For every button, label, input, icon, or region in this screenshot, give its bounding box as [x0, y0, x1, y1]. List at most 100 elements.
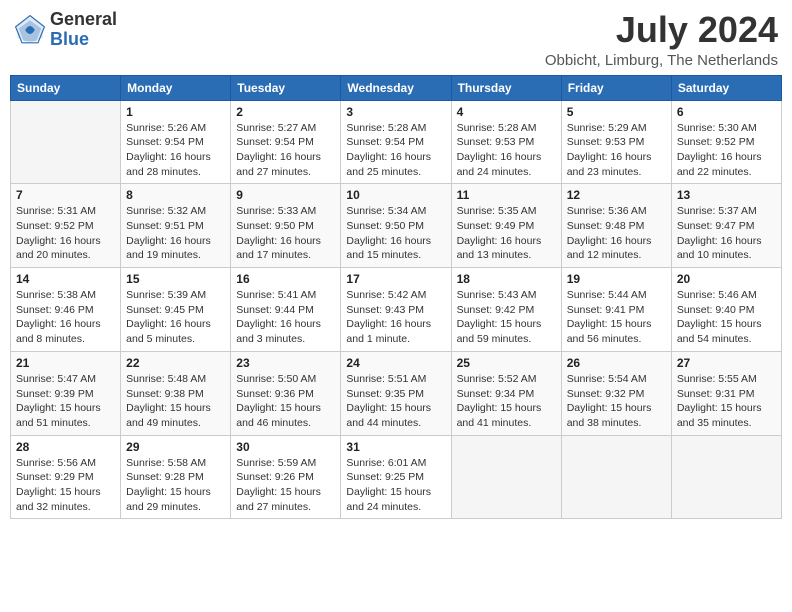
calendar-cell: 25 Sunrise: 5:52 AM Sunset: 9:34 PM Dayli… [451, 351, 561, 435]
calendar-cell: 17 Sunrise: 5:42 AM Sunset: 9:43 PM Dayli… [341, 268, 451, 352]
day-info: Sunrise: 5:50 AM Sunset: 9:36 PM Dayligh… [236, 372, 335, 431]
day-number: 7 [16, 188, 115, 202]
day-info: Sunrise: 5:59 AM Sunset: 9:26 PM Dayligh… [236, 456, 335, 515]
day-number: 3 [346, 105, 445, 119]
calendar-cell: 24 Sunrise: 5:51 AM Sunset: 9:35 PM Dayli… [341, 351, 451, 435]
day-info: Sunrise: 5:34 AM Sunset: 9:50 PM Dayligh… [346, 204, 445, 263]
day-info: Sunrise: 5:29 AM Sunset: 9:53 PM Dayligh… [567, 121, 666, 180]
day-number: 10 [346, 188, 445, 202]
day-number: 9 [236, 188, 335, 202]
calendar-week-row: 7 Sunrise: 5:31 AM Sunset: 9:52 PM Daylig… [11, 184, 782, 268]
day-number: 14 [16, 272, 115, 286]
day-header-saturday: Saturday [671, 75, 781, 100]
logo-icon [14, 14, 46, 46]
day-info: Sunrise: 5:51 AM Sunset: 9:35 PM Dayligh… [346, 372, 445, 431]
day-header-monday: Monday [121, 75, 231, 100]
day-number: 2 [236, 105, 335, 119]
logo: General Blue [14, 10, 117, 50]
calendar-week-row: 14 Sunrise: 5:38 AM Sunset: 9:46 PM Dayli… [11, 268, 782, 352]
calendar-cell: 27 Sunrise: 5:55 AM Sunset: 9:31 PM Dayli… [671, 351, 781, 435]
day-number: 5 [567, 105, 666, 119]
day-number: 23 [236, 356, 335, 370]
day-number: 13 [677, 188, 776, 202]
calendar-cell [561, 435, 671, 519]
day-info: Sunrise: 5:33 AM Sunset: 9:50 PM Dayligh… [236, 204, 335, 263]
calendar-cell: 3 Sunrise: 5:28 AM Sunset: 9:54 PM Daylig… [341, 100, 451, 184]
day-number: 16 [236, 272, 335, 286]
day-info: Sunrise: 5:28 AM Sunset: 9:53 PM Dayligh… [457, 121, 556, 180]
day-info: Sunrise: 5:35 AM Sunset: 9:49 PM Dayligh… [457, 204, 556, 263]
calendar-cell: 15 Sunrise: 5:39 AM Sunset: 9:45 PM Dayli… [121, 268, 231, 352]
calendar-week-row: 28Sunrise: 5:56 AM Sunset: 9:29 PM Dayli… [11, 435, 782, 519]
day-info: Sunrise: 5:48 AM Sunset: 9:38 PM Dayligh… [126, 372, 225, 431]
calendar-cell: 9 Sunrise: 5:33 AM Sunset: 9:50 PM Daylig… [231, 184, 341, 268]
calendar-cell: 7 Sunrise: 5:31 AM Sunset: 9:52 PM Daylig… [11, 184, 121, 268]
calendar-cell: 11 Sunrise: 5:35 AM Sunset: 9:49 PM Dayli… [451, 184, 561, 268]
day-number: 30 [236, 440, 335, 454]
calendar-cell: 26 Sunrise: 5:54 AM Sunset: 9:32 PM Dayli… [561, 351, 671, 435]
day-info: Sunrise: 5:38 AM Sunset: 9:46 PM Dayligh… [16, 288, 115, 347]
calendar-cell: 18Sunrise: 5:43 AM Sunset: 9:42 PM Dayli… [451, 268, 561, 352]
day-info: Sunrise: 5:55 AM Sunset: 9:31 PM Dayligh… [677, 372, 776, 431]
day-info: Sunrise: 5:54 AM Sunset: 9:32 PM Dayligh… [567, 372, 666, 431]
day-number: 28 [16, 440, 115, 454]
calendar-cell: 23 Sunrise: 5:50 AM Sunset: 9:36 PM Dayli… [231, 351, 341, 435]
location-title: Obbicht, Limburg, The Netherlands [545, 52, 778, 69]
day-number: 21 [16, 356, 115, 370]
calendar-cell [671, 435, 781, 519]
day-info: Sunrise: 6:01 AM Sunset: 9:25 PM Dayligh… [346, 456, 445, 515]
day-info: Sunrise: 5:37 AM Sunset: 9:47 PM Dayligh… [677, 204, 776, 263]
day-info: Sunrise: 5:47 AM Sunset: 9:39 PM Dayligh… [16, 372, 115, 431]
calendar-cell: 22 Sunrise: 5:48 AM Sunset: 9:38 PM Dayli… [121, 351, 231, 435]
calendar-cell: 21 Sunrise: 5:47 AM Sunset: 9:39 PM Dayli… [11, 351, 121, 435]
calendar-cell: 5 Sunrise: 5:29 AM Sunset: 9:53 PM Daylig… [561, 100, 671, 184]
day-info: Sunrise: 5:30 AM Sunset: 9:52 PM Dayligh… [677, 121, 776, 180]
day-info: Sunrise: 5:32 AM Sunset: 9:51 PM Dayligh… [126, 204, 225, 263]
day-header-tuesday: Tuesday [231, 75, 341, 100]
day-info: Sunrise: 5:52 AM Sunset: 9:34 PM Dayligh… [457, 372, 556, 431]
calendar-cell: 29Sunrise: 5:58 AM Sunset: 9:28 PM Dayli… [121, 435, 231, 519]
day-header-wednesday: Wednesday [341, 75, 451, 100]
calendar-cell: 6 Sunrise: 5:30 AM Sunset: 9:52 PM Daylig… [671, 100, 781, 184]
day-number: 22 [126, 356, 225, 370]
calendar-week-row: 1Sunrise: 5:26 AM Sunset: 9:54 PM Daylig… [11, 100, 782, 184]
day-info: Sunrise: 5:36 AM Sunset: 9:48 PM Dayligh… [567, 204, 666, 263]
calendar-cell [451, 435, 561, 519]
calendar-cell [11, 100, 121, 184]
day-info: Sunrise: 5:42 AM Sunset: 9:43 PM Dayligh… [346, 288, 445, 347]
calendar-cell: 10 Sunrise: 5:34 AM Sunset: 9:50 PM Dayli… [341, 184, 451, 268]
calendar-week-row: 21 Sunrise: 5:47 AM Sunset: 9:39 PM Dayli… [11, 351, 782, 435]
day-number: 25 [457, 356, 556, 370]
day-info: Sunrise: 5:44 AM Sunset: 9:41 PM Dayligh… [567, 288, 666, 347]
calendar-cell: 2Sunrise: 5:27 AM Sunset: 9:54 PM Daylig… [231, 100, 341, 184]
day-number: 15 [126, 272, 225, 286]
day-number: 31 [346, 440, 445, 454]
day-number: 12 [567, 188, 666, 202]
logo-text: General Blue [50, 10, 117, 50]
day-info: Sunrise: 5:39 AM Sunset: 9:45 PM Dayligh… [126, 288, 225, 347]
day-info: Sunrise: 5:31 AM Sunset: 9:52 PM Dayligh… [16, 204, 115, 263]
calendar-cell: 20 Sunrise: 5:46 AM Sunset: 9:40 PM Dayli… [671, 268, 781, 352]
calendar-cell: 13 Sunrise: 5:37 AM Sunset: 9:47 PM Dayli… [671, 184, 781, 268]
day-info: Sunrise: 5:41 AM Sunset: 9:44 PM Dayligh… [236, 288, 335, 347]
calendar-cell: 8 Sunrise: 5:32 AM Sunset: 9:51 PM Daylig… [121, 184, 231, 268]
day-number: 6 [677, 105, 776, 119]
calendar-cell: 30 Sunrise: 5:59 AM Sunset: 9:26 PM Dayli… [231, 435, 341, 519]
day-header-sunday: Sunday [11, 75, 121, 100]
day-number: 17 [346, 272, 445, 286]
day-number: 20 [677, 272, 776, 286]
day-number: 18 [457, 272, 556, 286]
calendar-table: SundayMondayTuesdayWednesdayThursdayFrid… [10, 75, 782, 520]
calendar-cell: 4Sunrise: 5:28 AM Sunset: 9:53 PM Daylig… [451, 100, 561, 184]
day-number: 27 [677, 356, 776, 370]
page-header: General Blue July 2024 Obbicht, Limburg,… [10, 10, 782, 69]
day-info: Sunrise: 5:58 AM Sunset: 9:28 PM Dayligh… [126, 456, 225, 515]
month-title: July 2024 [545, 10, 778, 50]
day-number: 11 [457, 188, 556, 202]
day-info: Sunrise: 5:28 AM Sunset: 9:54 PM Dayligh… [346, 121, 445, 180]
day-number: 8 [126, 188, 225, 202]
day-number: 26 [567, 356, 666, 370]
day-number: 24 [346, 356, 445, 370]
day-info: Sunrise: 5:46 AM Sunset: 9:40 PM Dayligh… [677, 288, 776, 347]
day-header-friday: Friday [561, 75, 671, 100]
